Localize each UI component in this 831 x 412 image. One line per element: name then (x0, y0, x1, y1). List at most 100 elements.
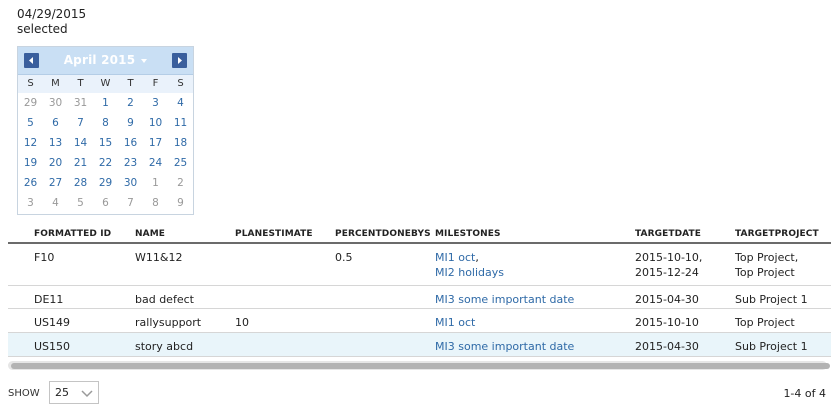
table-row[interactable]: US150 story abcd MI3 some important date 20… (8, 333, 831, 357)
day-of-week-label: T (77, 78, 84, 89)
page-size-value: 25 (55, 386, 69, 399)
target-project: Top Project (735, 316, 795, 329)
target-date-cell: 2015-04-30 (635, 292, 699, 307)
name-cell: W11&12 (135, 251, 183, 264)
calendar-week: 19 20 21 22 23 24 25 (18, 153, 193, 173)
calendar-day[interactable]: 26 (18, 173, 43, 193)
page-size-select[interactable]: 25 (49, 381, 99, 404)
table-row[interactable]: US149 rallysupport 10 MI1 oct 2015-10-10 Top … (8, 309, 831, 333)
day-of-week-label: T (127, 78, 134, 89)
column-header[interactable]: PLANESTIMATE (235, 229, 330, 239)
column-header[interactable]: MILESTONES (435, 229, 630, 239)
calendar-day[interactable]: 22 (93, 153, 118, 173)
calendar-week: 5 6 7 8 9 10 11 (18, 113, 193, 133)
column-header[interactable]: PERCENTDONEBYSTORYCOUNT (335, 229, 430, 239)
calendar-day[interactable]: 7 (118, 193, 143, 213)
calendar-day[interactable]: 10 (143, 113, 168, 133)
calendar-day[interactable]: 2 (118, 93, 143, 113)
calendar-day[interactable]: 8 (93, 113, 118, 133)
milestone-link[interactable]: MI3 some important date (435, 340, 574, 353)
calendar-day[interactable]: 29 (93, 173, 118, 193)
day-of-week-label: W (100, 78, 111, 89)
chevron-down-icon (81, 390, 93, 398)
calendar-day[interactable]: 24 (143, 153, 168, 173)
day-of-week-label: M (51, 78, 60, 89)
grid-header: FORMATTED ID NAME PLANESTIMATE PERCENTDONEB… (8, 225, 831, 244)
milestone-link[interactable]: MI1 oct (435, 251, 475, 264)
month-picker[interactable]: April 2015 (18, 53, 193, 67)
chevron-right-icon (178, 57, 182, 64)
column-header[interactable]: TARGETPROJECT (735, 229, 830, 239)
calendar-day[interactable]: 21 (68, 153, 93, 173)
target-project: Top Project, (735, 251, 799, 264)
calendar-day[interactable]: 27 (43, 173, 68, 193)
calendar-day[interactable]: 17 (143, 133, 168, 153)
calendar-day[interactable]: 1 (143, 173, 168, 193)
calendar-day[interactable]: 14 (68, 133, 93, 153)
calendar-day[interactable]: 20 (43, 153, 68, 173)
target-project: Sub Project 1 (735, 293, 808, 306)
calendar-day[interactable]: 4 (43, 193, 68, 213)
calendar-day[interactable]: 23 (118, 153, 143, 173)
scrollbar-thumb[interactable] (11, 363, 830, 369)
calendar-day[interactable]: 25 (168, 153, 193, 173)
calendar-day[interactable]: 11 (168, 113, 193, 133)
milestone-link[interactable]: MI1 oct (435, 316, 475, 329)
calendar-day[interactable]: 1 (93, 93, 118, 113)
calendar-day[interactable]: 19 (18, 153, 43, 173)
calendar-day[interactable]: 3 (143, 93, 168, 113)
target-project: Top Project (735, 266, 795, 279)
calendar-day[interactable]: 9 (168, 193, 193, 213)
selected-date: 04/29/2015 (17, 7, 87, 21)
calendar-day[interactable]: 29 (18, 93, 43, 113)
calendar-day[interactable]: 5 (18, 113, 43, 133)
milestones-cell: MI3 some important date (435, 339, 574, 354)
target-date-cell: 2015-04-30 (635, 339, 699, 354)
calendar-day[interactable]: 16 (118, 133, 143, 153)
calendar-day[interactable]: 28 (68, 173, 93, 193)
calendar-day[interactable]: 18 (168, 133, 193, 153)
calendar-day[interactable]: 30 (43, 93, 68, 113)
id-cell: US150 (34, 340, 71, 353)
pager-status: 1-4 of 4 (783, 387, 826, 400)
id-cell: F10 (34, 251, 55, 264)
table-row[interactable]: DE11 bad defect MI3 some important date 201… (8, 286, 831, 309)
calendar-day[interactable]: 6 (93, 193, 118, 213)
calendar-day[interactable]: 9 (118, 113, 143, 133)
month-label: April 2015 (63, 53, 136, 67)
calendar-day[interactable]: 8 (143, 193, 168, 213)
column-header[interactable]: FORMATTED ID (34, 229, 129, 239)
next-month-button[interactable] (172, 53, 187, 68)
target-project-cell: Sub Project 1 (735, 339, 808, 354)
calendar-day[interactable]: 2 (168, 173, 193, 193)
calendar-day[interactable]: 13 (43, 133, 68, 153)
name-cell: rallysupport (135, 316, 202, 329)
calendar-day[interactable]: 15 (93, 133, 118, 153)
selection-info: 04/29/2015 selected (17, 7, 86, 37)
show-label: SHOW (8, 388, 40, 399)
calendar-day[interactable]: 30 (118, 173, 143, 193)
target-project-cell: Top Project, Top Project (735, 250, 798, 280)
id-cell: DE11 (34, 293, 64, 306)
calendar-week: 3456789 (18, 193, 193, 213)
calendar-day[interactable]: 6 (43, 113, 68, 133)
target-date: 2015-04-30 (635, 340, 699, 353)
horizontal-scrollbar[interactable] (8, 361, 830, 370)
calendar-day[interactable]: 31 (68, 93, 93, 113)
calendar-day[interactable]: 7 (68, 113, 93, 133)
column-header[interactable]: TARGETDATE (635, 229, 730, 239)
table-row[interactable]: F10 W11&12 0.5 MI1 oct, MI2 holidays 2015-10-… (8, 244, 831, 286)
day-of-week-label: S (177, 78, 184, 89)
pct-cell: 0.5 (335, 251, 353, 264)
milestones-cell: MI1 oct (435, 315, 475, 330)
milestone-link[interactable]: MI3 some important date (435, 293, 574, 306)
milestone-link[interactable]: MI2 holidays (435, 266, 504, 279)
calendar-day[interactable]: 12 (18, 133, 43, 153)
column-header[interactable]: NAME (135, 229, 230, 239)
calendar-day[interactable]: 5 (68, 193, 93, 213)
target-date: 2015-04-30 (635, 293, 699, 306)
days-of-week: SMTWTFS (18, 75, 193, 93)
calendar-day[interactable]: 3 (18, 193, 43, 213)
calendar-day[interactable]: 4 (168, 93, 193, 113)
target-project: Sub Project 1 (735, 340, 808, 353)
